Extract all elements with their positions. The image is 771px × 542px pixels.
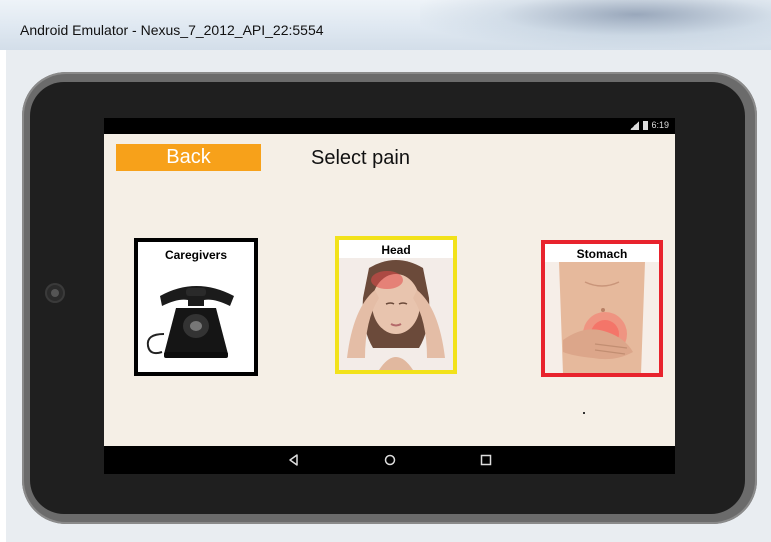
recents-icon[interactable] xyxy=(476,450,496,470)
title-bar-glare xyxy=(420,0,771,48)
back-icon[interactable] xyxy=(284,450,304,470)
front-camera xyxy=(45,283,65,303)
signal-icon xyxy=(630,121,639,130)
stomach-card[interactable]: Stomach xyxy=(541,240,663,377)
home-icon[interactable] xyxy=(380,450,400,470)
window-title: Android Emulator - Nexus_7_2012_API_22:5… xyxy=(20,22,324,38)
head-card[interactable]: Head xyxy=(335,236,457,374)
emulator-title-bar[interactable]: Android Emulator - Nexus_7_2012_API_22:5… xyxy=(0,0,771,50)
headache-image xyxy=(339,258,453,370)
page-title: Select pain xyxy=(311,147,410,169)
caregivers-card[interactable]: Caregivers xyxy=(134,238,258,376)
head-label: Head xyxy=(381,243,411,257)
status-bar: 6:19 xyxy=(104,118,675,134)
telephone-icon xyxy=(146,286,234,358)
stomach-image xyxy=(545,262,659,373)
android-nav-bar xyxy=(104,446,675,474)
stomach-label: Stomach xyxy=(576,247,628,261)
caregivers-label: Caregivers xyxy=(164,248,228,262)
back-button[interactable]: Back xyxy=(116,144,261,171)
app-content: Back Select pain Caregivers Head Stomach xyxy=(104,134,675,446)
android-screen: 6:19 Back Select pain Caregivers Head St… xyxy=(104,118,675,474)
status-clock: 6:19 xyxy=(651,120,669,130)
battery-icon xyxy=(643,121,648,130)
stray-dot xyxy=(583,412,585,414)
